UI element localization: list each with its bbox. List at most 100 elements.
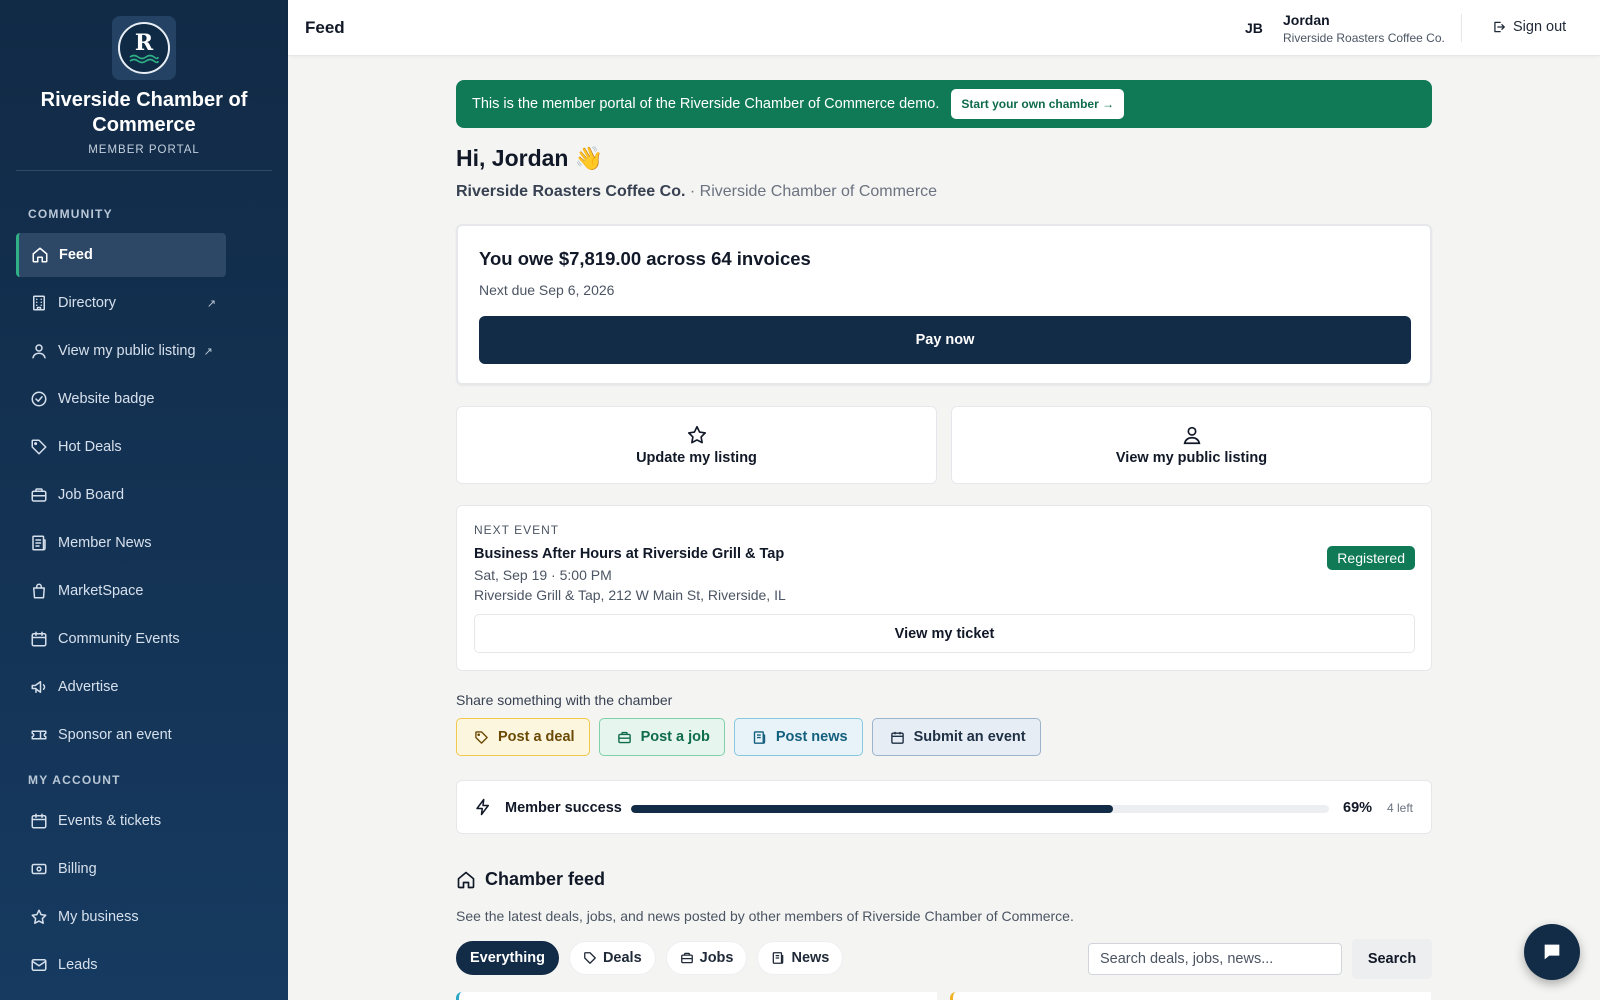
post-job-label: Post a job (640, 729, 710, 745)
next-event-card: NEXT EVENT Business After Hours at River… (456, 505, 1432, 671)
feed-card-peek[interactable] (950, 992, 1431, 1000)
filter-news[interactable]: News (757, 941, 844, 975)
post-news-button[interactable]: Post news (733, 718, 863, 756)
sidebar-item-label: Directory (58, 295, 117, 311)
wave-icon (129, 54, 159, 64)
brand: R Riverside Chamber of Commerce MEMBER P… (0, 0, 288, 171)
sidebar-item-public-listing[interactable]: View my public listing ↗ (16, 329, 226, 373)
submit-event-label: Submit an event (913, 729, 1026, 745)
progress-track (631, 805, 1329, 813)
post-news-label: Post news (775, 729, 848, 745)
sidebar-item-label: View my public listing (58, 343, 196, 359)
shopping-bag-icon (30, 582, 48, 600)
sidebar-item-job-board[interactable]: Job Board (16, 473, 226, 517)
mail-icon (30, 956, 48, 974)
sign-out-label: Sign out (1513, 19, 1567, 35)
account-section-label: MY ACCOUNT (28, 773, 121, 787)
lightning-icon (476, 798, 489, 816)
user-icon (30, 342, 48, 360)
chamber-logo[interactable]: R (112, 16, 176, 80)
sidebar-item-label: Advertise (58, 679, 119, 695)
sidebar-item-label: Community Events (58, 631, 180, 647)
view-ticket-button[interactable]: View my ticket (474, 614, 1415, 653)
calendar-icon (890, 731, 904, 744)
top-bar: Feed JB Jordan Riverside Roasters Coffee… (288, 0, 1600, 56)
demo-banner: This is the member portal of the Riversi… (456, 80, 1432, 128)
briefcase-icon (30, 486, 48, 504)
topbar-divider (1461, 14, 1462, 42)
amount-owed: You owe $7,819.00 across 64 invoices (479, 248, 811, 269)
submit-event-button[interactable]: Submit an event (871, 718, 1041, 756)
billing-card: You owe $7,819.00 across 64 invoices Nex… (456, 224, 1432, 385)
calendar-icon (30, 630, 48, 648)
view-public-listing-button[interactable]: View my public listing (951, 406, 1432, 484)
sidebar-item-member-news[interactable]: Member News (16, 521, 226, 565)
tag-icon (30, 438, 48, 456)
sidebar-item-label: Member News (58, 535, 152, 551)
filter-jobs[interactable]: Jobs (665, 941, 748, 975)
community-section-label: COMMUNITY (28, 207, 113, 221)
greeting-subtitle: Riverside Roasters Coffee Co. · Riversid… (456, 183, 937, 201)
building-icon (30, 294, 48, 312)
sidebar-item-label: Leads (58, 957, 98, 973)
greeting-chamber: Riverside Chamber of Commerce (699, 183, 938, 200)
feed-title: Chamber feed (485, 869, 606, 889)
sidebar-item-label: Feed (59, 247, 93, 263)
search-button[interactable]: Search (1352, 939, 1432, 979)
greeting-business: Riverside Roasters Coffee Co. (456, 183, 686, 200)
feed-filters: Everything Deals Jobs News (456, 941, 853, 975)
sign-out-button[interactable]: Sign out (1492, 19, 1566, 35)
sidebar-item-feed[interactable]: Feed (16, 233, 226, 277)
brand-divider (16, 170, 272, 171)
sidebar-item-hot-deals[interactable]: Hot Deals (16, 425, 226, 469)
post-job-button[interactable]: Post a job (598, 718, 725, 756)
view-listing-label: View my public listing (1115, 450, 1268, 466)
filter-deals[interactable]: Deals (568, 941, 656, 975)
sidebar-item-label: My business (58, 909, 139, 925)
member-success-label: Member success (505, 800, 622, 816)
feed-subtitle: See the latest deals, jobs, and news pos… (456, 908, 1074, 924)
sidebar-item-label: Job Board (58, 487, 125, 503)
post-deal-label: Post a deal (498, 729, 575, 745)
post-deal-button[interactable]: Post a deal (456, 718, 590, 756)
banknote-icon (30, 860, 48, 878)
sidebar-item-community-events[interactable]: Community Events (16, 617, 226, 661)
sidebar-item-label: Sponsor an event (58, 727, 172, 743)
sidebar-item-label: Events & tickets (58, 813, 162, 829)
filter-everything[interactable]: Everything (456, 941, 559, 975)
share-label: Share something with the chamber (456, 692, 673, 708)
update-listing-button[interactable]: Update my listing (456, 406, 937, 484)
sidebar-item-billing[interactable]: Billing (16, 847, 226, 891)
ticket-icon (30, 726, 48, 744)
sidebar-item-leads[interactable]: Leads (16, 943, 226, 987)
sidebar-item-events-tickets[interactable]: Events & tickets (16, 799, 226, 843)
sidebar-item-marketspace[interactable]: MarketSpace (16, 569, 226, 613)
sidebar-item-label: Hot Deals (58, 439, 122, 455)
newspaper-icon (30, 534, 48, 552)
feed-card-peek[interactable] (456, 992, 937, 1000)
event-title: Business After Hours at Riverside Grill … (474, 546, 785, 562)
sidebar-item-my-business[interactable]: My business (16, 895, 226, 939)
sidebar-item-directory[interactable]: Directory ↗ (16, 281, 226, 325)
progress-percent: 69% (1343, 800, 1373, 816)
home-icon (457, 871, 475, 888)
sidebar-item-sponsor-event[interactable]: Sponsor an event (16, 713, 226, 757)
newspaper-icon (753, 730, 766, 744)
tag-icon (475, 730, 488, 744)
filter-news-label: News (791, 950, 830, 966)
banner-text: This is the member portal of the Riversi… (472, 96, 940, 112)
filter-jobs-label: Jobs (699, 950, 734, 966)
greeting-separator: · (689, 183, 696, 200)
avatar[interactable]: JB (1245, 20, 1263, 36)
member-success-card[interactable]: Member success 69% 4 left (456, 780, 1432, 834)
sidebar-item-advertise[interactable]: Advertise (16, 665, 226, 709)
briefcase-icon (617, 731, 631, 743)
search-input[interactable] (1088, 943, 1342, 975)
org-name: Riverside Chamber of Commerce (40, 89, 248, 136)
sidebar-item-website-badge[interactable]: Website badge (16, 377, 226, 421)
star-icon (687, 425, 706, 444)
next-due: Next due Sep 6, 2026 (479, 282, 615, 298)
pay-now-button[interactable]: Pay now (479, 316, 1411, 364)
chat-button[interactable] (1524, 924, 1580, 980)
start-chamber-button[interactable]: Start your own chamber → (951, 89, 1125, 119)
